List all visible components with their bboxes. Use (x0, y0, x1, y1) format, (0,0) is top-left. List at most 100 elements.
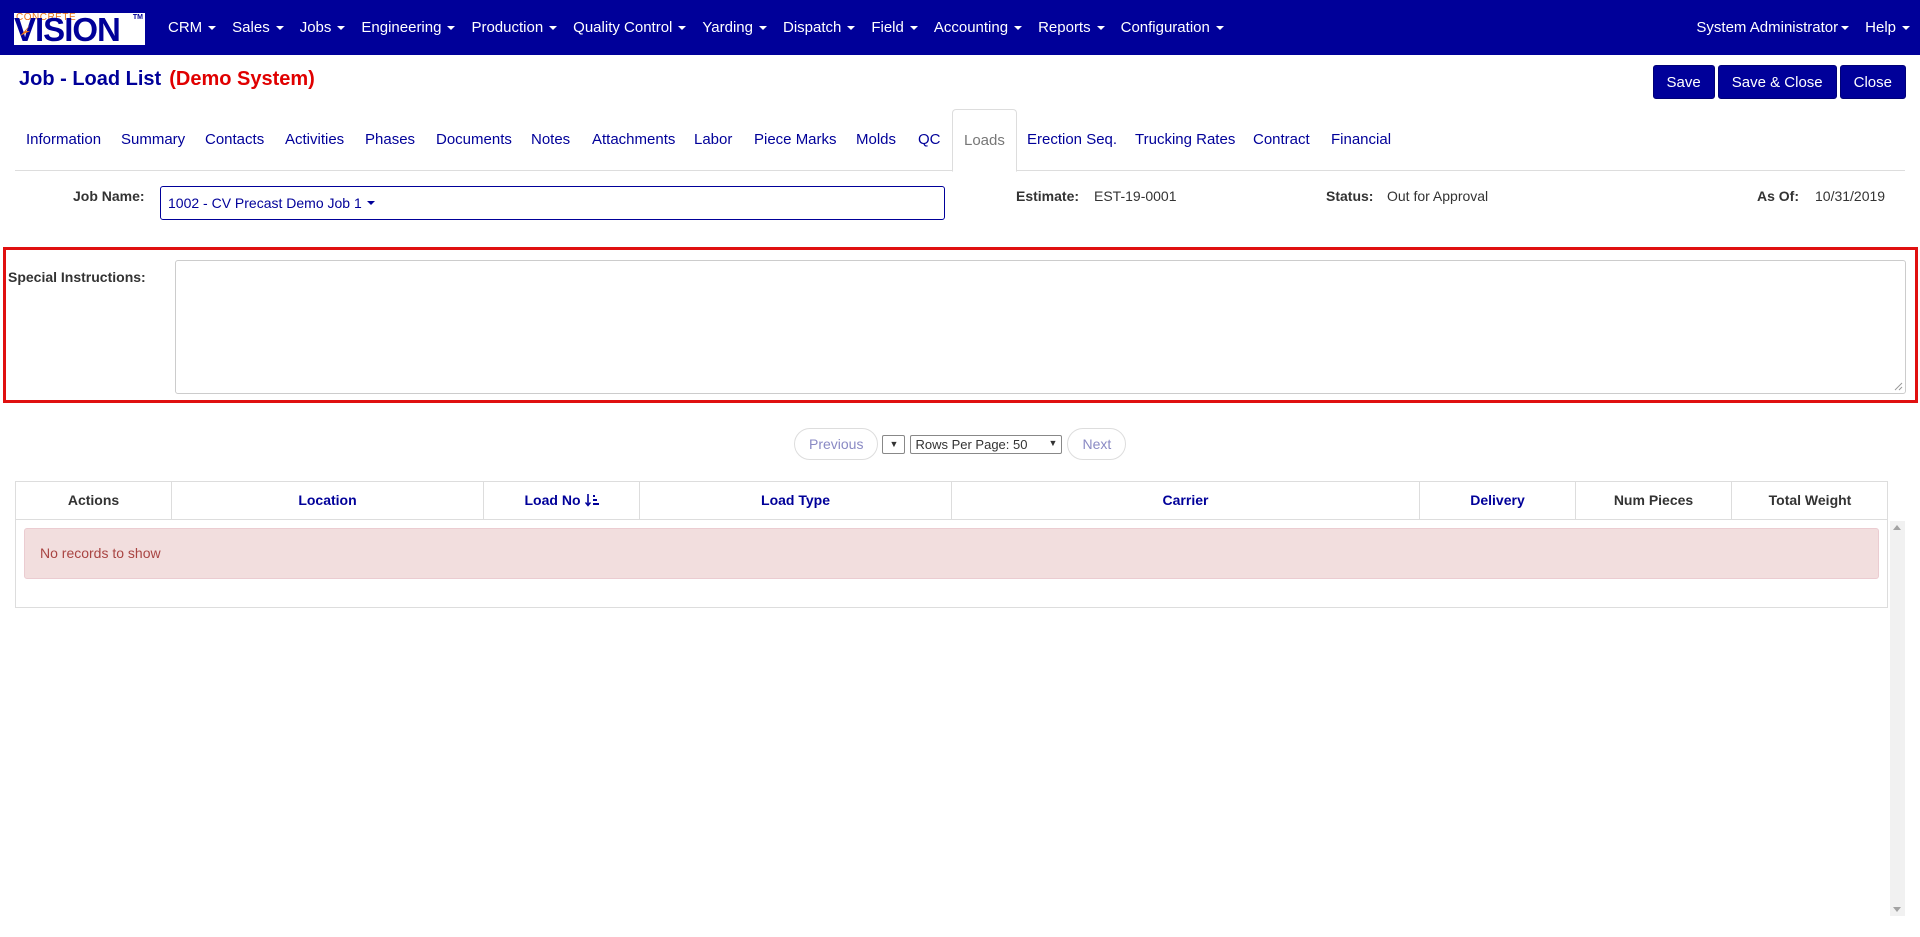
nav-sales[interactable]: Sales (232, 19, 284, 36)
tab-contacts[interactable]: Contacts (205, 109, 264, 171)
nav-configuration[interactable]: Configuration (1121, 19, 1224, 36)
column-actions: Actions (16, 482, 172, 519)
tab-contract[interactable]: Contract (1253, 109, 1310, 171)
estimate-value: EST-19-0001 (1094, 188, 1177, 204)
column-delivery[interactable]: Delivery (1420, 482, 1576, 519)
save-button[interactable]: Save (1652, 65, 1715, 99)
nav-accounting-label: Accounting (933, 19, 1009, 36)
column-location[interactable]: Location (172, 482, 484, 519)
job-name-label: Job Name: (73, 188, 145, 204)
concrete-vision-logo[interactable]: CONCRETE VISION TM (14, 12, 145, 46)
nav-yarding[interactable]: Yarding (702, 19, 767, 36)
estimate-label: Estimate: (1016, 188, 1080, 204)
nav-configuration-label: Configuration (1120, 19, 1210, 36)
column-load-no-label: Load No (524, 492, 581, 508)
sort-ascending-icon (584, 494, 599, 507)
loads-table: Actions Location Load No Load Type Carri… (15, 481, 1888, 608)
user-menu[interactable]: System Administrator (1696, 19, 1850, 36)
chevron-down-icon (1096, 25, 1105, 30)
chevron-down-icon (366, 201, 375, 205)
status-label: Status: (1326, 188, 1374, 204)
user-menu-label: System Administrator (1696, 19, 1839, 36)
nav-field[interactable]: Field (871, 19, 918, 36)
chevron-down-icon (909, 25, 918, 30)
chevron-down-icon (847, 25, 856, 30)
tab-labor[interactable]: Labor (694, 109, 732, 171)
job-tabs: Information Summary Contacts Activities … (15, 109, 1905, 172)
save-close-button[interactable]: Save & Close (1717, 65, 1837, 99)
chevron-down-icon (678, 25, 687, 30)
no-records-alert: No records to show (24, 528, 1879, 579)
chevron-down-icon (1014, 25, 1023, 30)
vertical-scrollbar[interactable] (1890, 521, 1905, 916)
tab-qc[interactable]: QC (918, 109, 941, 171)
nav-sales-label: Sales (232, 19, 270, 36)
tab-documents[interactable]: Documents (436, 109, 512, 171)
nav-crm-label: CRM (168, 19, 203, 36)
as-of-value: 10/31/2019 (1815, 188, 1886, 204)
chevron-down-icon (337, 25, 346, 30)
column-load-no[interactable]: Load No (484, 482, 640, 519)
nav-quality-control-label: Quality Control (573, 19, 673, 36)
nav-reports[interactable]: Reports (1038, 19, 1105, 36)
chevron-down-icon (208, 25, 217, 30)
column-load-type[interactable]: Load Type (640, 482, 952, 519)
special-instructions-textarea[interactable] (175, 260, 1906, 394)
tab-erection-seq[interactable]: Erection Seq. (1027, 109, 1117, 171)
nav-accounting[interactable]: Accounting (933, 19, 1023, 36)
demo-system-label: (Demo System) (169, 68, 315, 90)
job-name-dropdown[interactable]: 1002 - CV Precast Demo Job 1 (160, 186, 945, 220)
tab-molds[interactable]: Molds (856, 109, 896, 171)
chevron-down-icon (275, 25, 284, 30)
help-menu-label: Help (1865, 19, 1896, 36)
scroll-down-icon[interactable] (1893, 907, 1901, 912)
user-menu-area: System Administrator Help (1680, 0, 1910, 55)
chevron-down-icon (549, 25, 558, 30)
column-carrier[interactable]: Carrier (952, 482, 1420, 519)
tab-activities[interactable]: Activities (285, 109, 344, 171)
tab-trucking-rates[interactable]: Trucking Rates (1135, 109, 1235, 171)
top-navbar: CONCRETE VISION TM CRM Sales Jobs Engine… (0, 0, 1920, 55)
logo-bolt-icon (20, 25, 30, 36)
column-total-weight: Total Weight (1768, 492, 1852, 508)
nav-field-label: Field (871, 19, 904, 36)
nav-yarding-label: Yarding (702, 19, 753, 36)
page-title-text: Job - Load List (19, 68, 162, 90)
page-select[interactable]: ▼ (882, 434, 906, 454)
tab-loads[interactable]: Loads (952, 109, 1017, 172)
nav-jobs[interactable]: Jobs (300, 19, 346, 36)
tab-piece-marks[interactable]: Piece Marks (754, 109, 837, 171)
tab-summary[interactable]: Summary (121, 109, 185, 171)
tab-notes[interactable]: Notes (531, 109, 570, 171)
nav-production-label: Production (471, 19, 544, 36)
special-instructions-label: Special Instructions: (8, 269, 146, 285)
nav-reports-label: Reports (1038, 19, 1091, 36)
scroll-up-icon[interactable] (1893, 525, 1901, 530)
chevron-down-icon (1841, 25, 1850, 30)
tab-information[interactable]: Information (26, 109, 101, 171)
tab-financial[interactable]: Financial (1331, 109, 1391, 171)
nav-crm[interactable]: CRM (168, 19, 217, 36)
status-value: Out for Approval (1387, 188, 1489, 204)
nav-quality-control[interactable]: Quality Control (573, 19, 687, 36)
column-num-pieces: Num Pieces (1576, 482, 1732, 519)
chevron-down-icon (1902, 25, 1910, 30)
rows-per-page-select[interactable]: Rows Per Page: 50 ▼ (910, 434, 1063, 454)
nav-dispatch[interactable]: Dispatch (782, 19, 856, 36)
next-button[interactable]: Next (1067, 428, 1127, 460)
as-of-label: As Of: (1757, 188, 1799, 204)
nav-engineering-label: Engineering (361, 19, 442, 36)
previous-button[interactable]: Previous (794, 428, 879, 460)
action-buttons: Save Save & Close Close (1652, 65, 1906, 99)
tab-attachments[interactable]: Attachments (592, 109, 675, 171)
dropdown-arrow-icon: ▼ (1048, 437, 1058, 448)
help-menu[interactable]: Help (1865, 19, 1910, 36)
logo-tm-text: TM (132, 14, 143, 21)
rows-per-page-value: Rows Per Page: 50 (915, 436, 1028, 452)
resize-grip-icon[interactable] (1894, 382, 1903, 391)
nav-production[interactable]: Production (471, 19, 558, 36)
tab-phases[interactable]: Phases (365, 109, 415, 171)
close-button[interactable]: Close (1839, 65, 1906, 99)
nav-engineering[interactable]: Engineering (361, 19, 456, 36)
nav-dispatch-label: Dispatch (782, 19, 842, 36)
